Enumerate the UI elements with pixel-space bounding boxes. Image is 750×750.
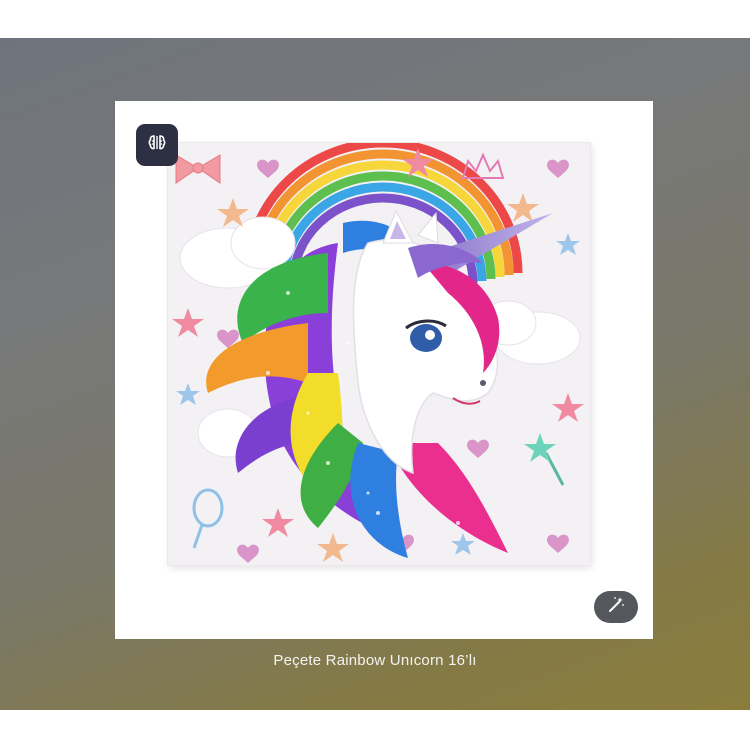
product-image[interactable] <box>168 143 590 565</box>
unicorn-napkin-illustration <box>168 143 590 565</box>
image-caption: Peçete Rainbow Unıcorn 16’lı <box>273 652 477 669</box>
magic-edit-button[interactable] <box>594 591 638 623</box>
brain-icon <box>147 133 167 157</box>
ai-analyze-button[interactable] <box>136 124 178 166</box>
magic-wand-icon <box>607 596 625 618</box>
